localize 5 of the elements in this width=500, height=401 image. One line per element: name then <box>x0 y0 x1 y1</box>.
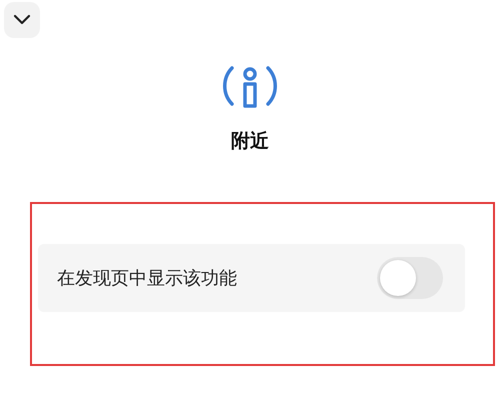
setting-label: 在发现页中显示该功能 <box>57 267 237 290</box>
page-title: 附近 <box>231 129 269 154</box>
chevron-down-icon <box>13 14 31 26</box>
collapse-button[interactable] <box>4 2 40 38</box>
toggle-switch[interactable] <box>377 257 443 299</box>
